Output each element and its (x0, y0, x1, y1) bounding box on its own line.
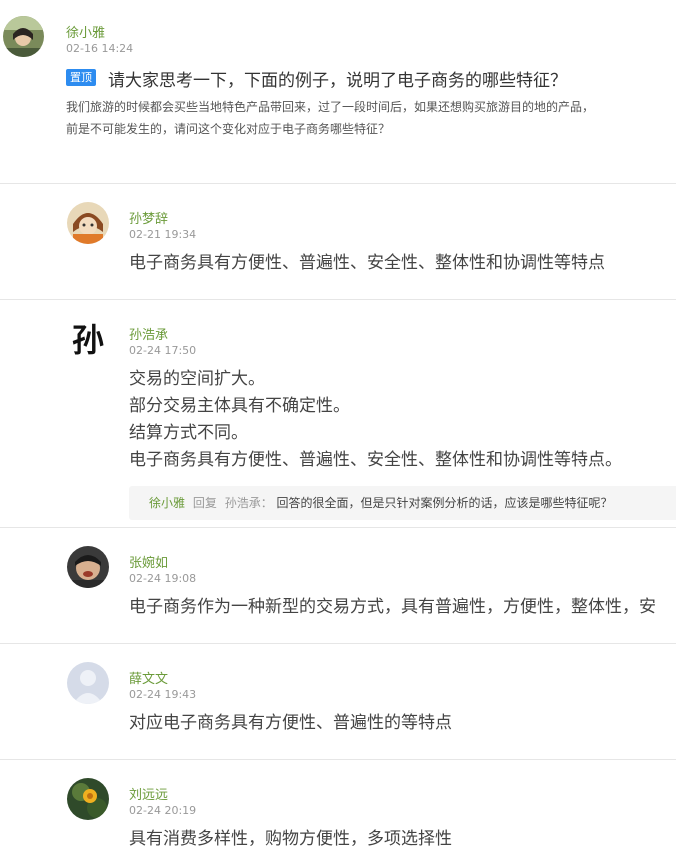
sub-reply-target[interactable]: 孙浩承： (225, 496, 273, 510)
pinned-badge: 置顶 (66, 69, 96, 86)
reply-content: 电子商务作为一种新型的交易方式，具有普遍性，方便性，整体性，安 (129, 594, 656, 621)
author-avatar[interactable] (3, 16, 44, 57)
post-time: 02-16 14:24 (66, 42, 134, 55)
divider (0, 183, 676, 184)
reply-author[interactable]: 张婉如 (129, 552, 168, 571)
reply-time: 02-24 17:50 (129, 344, 197, 357)
post-body-line: 我们旅游的时候都会买些当地特色产品带回来，过了一段时间后，如果还想购买旅游目的地… (66, 100, 595, 114)
reply-content: 对应电子商务具有方便性、普遍性的等特点 (129, 710, 452, 737)
reply-avatar[interactable] (67, 546, 109, 588)
divider (0, 527, 676, 528)
reply-author[interactable]: 孙梦辞 (129, 208, 168, 227)
calligraphy-avatar-glyph: 孙 (72, 321, 104, 359)
reply-time: 02-21 19:34 (129, 228, 197, 241)
author-name[interactable]: 徐小雅 (66, 22, 105, 41)
reply-line: 电子商务作为一种新型的交易方式，具有普遍性，方便性，整体性，安 (129, 597, 656, 617)
reply-author[interactable]: 薛文文 (129, 668, 168, 687)
post-title: 请大家思考一下，下面的例子，说明了电子商务的哪些特征？ (108, 71, 567, 91)
topic-post: 徐小雅 02-16 14:24 置顶 请大家思考一下，下面的例子，说明了电子商务… (0, 0, 676, 184)
reply-content: 具有消费多样性，购物方便性，多项选择性 (129, 826, 452, 853)
post-body: 我们旅游的时候都会买些当地特色产品带回来，过了一段时间后，如果还想购买旅游目的地… (66, 96, 676, 140)
post-body-line: 前是不可能发生的，请问这个变化对应于电子商务哪些特征？ (66, 122, 391, 136)
reply-line: 结算方式不同。 (129, 423, 248, 443)
sub-reply-text: 回答的很全面，但是只针对案例分析的话，应该是哪些特征呢？ (276, 496, 613, 510)
discussion-page: 徐小雅 02-16 14:24 置顶 请大家思考一下，下面的例子，说明了电子商务… (0, 0, 676, 859)
reply-line: 具有消费多样性，购物方便性，多项选择性 (129, 829, 452, 849)
reply-content: 交易的空间扩大。 部分交易主体具有不确定性。 结算方式不同。 电子商务具有方便性… (129, 366, 622, 474)
reply-line: 部分交易主体具有不确定性。 (129, 396, 350, 416)
reply-content: 电子商务具有方便性、普遍性、安全性、整体性和协调性等特点 (129, 250, 605, 277)
default-avatar-icon[interactable] (67, 662, 109, 704)
reply-avatar[interactable] (67, 202, 109, 244)
divider (0, 643, 676, 644)
reply-author[interactable]: 刘远远 (129, 784, 168, 803)
reply-time: 02-24 19:43 (129, 688, 197, 701)
sub-reply-verb: 回复 (192, 496, 217, 510)
reply-time: 02-24 19:08 (129, 572, 197, 585)
sub-reply-author[interactable]: 徐小雅 (149, 496, 185, 510)
reply-line: 交易的空间扩大。 (129, 369, 265, 389)
divider (0, 299, 676, 300)
reply-line: 电子商务具有方便性、普遍性、安全性、整体性和协调性等特点。 (129, 450, 622, 470)
reply-avatar[interactable] (67, 778, 109, 820)
divider (0, 759, 676, 760)
reply-line: 对应电子商务具有方便性、普遍性的等特点 (129, 713, 452, 733)
reply-time: 02-24 20:19 (129, 804, 197, 817)
sub-reply: 徐小雅 回复 孙浩承： 回答的很全面，但是只针对案例分析的话，应该是哪些特征呢？ (129, 486, 676, 520)
reply-line: 电子商务具有方便性、普遍性、安全性、整体性和协调性等特点 (129, 253, 605, 273)
reply-avatar[interactable]: 孙 (67, 318, 109, 360)
reply-author[interactable]: 孙浩承 (129, 324, 168, 343)
